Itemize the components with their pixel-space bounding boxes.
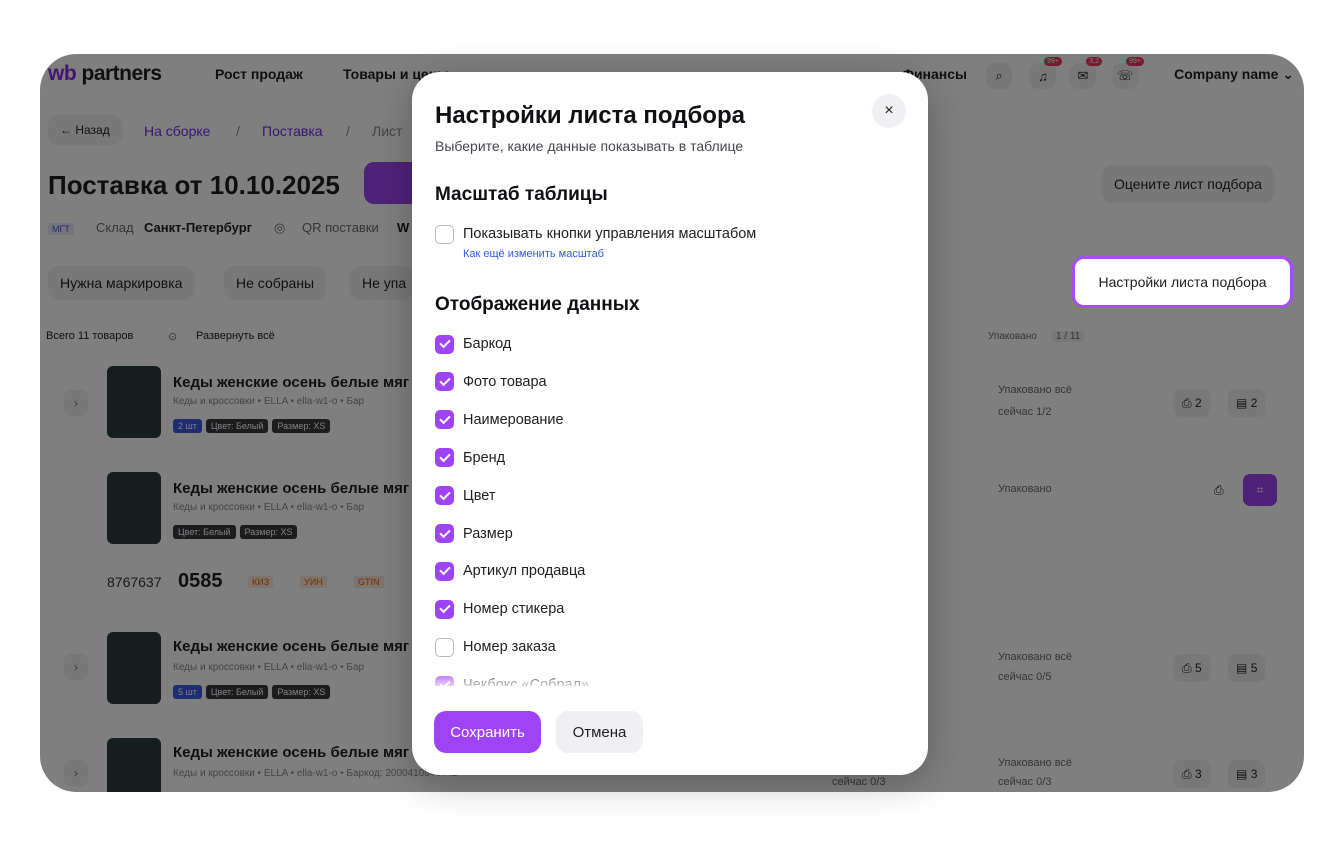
checkbox-checked[interactable] bbox=[435, 561, 454, 581]
scroll-fade bbox=[412, 668, 928, 686]
scale-help-link[interactable]: Как ещё изменить масштаб bbox=[463, 248, 604, 260]
data-section-title: Отображение данных bbox=[435, 294, 640, 315]
option-label: Номер стикера bbox=[463, 601, 565, 618]
checkbox-checked[interactable] bbox=[435, 486, 454, 506]
modal-subtitle: Выберите, какие данные показывать в табл… bbox=[435, 138, 744, 154]
scale-section-title: Масштаб таблицы bbox=[435, 184, 608, 205]
checkbox-checked[interactable] bbox=[435, 524, 454, 543]
data-option[interactable]: Наимерование bbox=[435, 409, 564, 431]
option-label: Артикул продавца bbox=[463, 563, 586, 580]
checkbox-checked[interactable] bbox=[435, 448, 454, 468]
data-option[interactable]: Цвет bbox=[435, 485, 496, 507]
scale-controls-option[interactable]: Показывать кнопки управления масштабом bbox=[435, 223, 756, 245]
data-option[interactable]: Номер заказа bbox=[435, 636, 556, 658]
option-label: Размер bbox=[463, 525, 513, 542]
close-icon[interactable]: × bbox=[872, 94, 906, 128]
checkbox-checked[interactable] bbox=[435, 372, 454, 392]
data-option[interactable]: Номер стикера bbox=[435, 598, 564, 620]
checkbox-checked[interactable] bbox=[435, 410, 454, 430]
checkbox-checked[interactable] bbox=[435, 334, 454, 354]
modal-title: Настройки листа подбора bbox=[435, 102, 745, 129]
picklist-settings-button[interactable]: Настройки листа подбора bbox=[1072, 256, 1293, 308]
cancel-button[interactable]: Отмена bbox=[556, 711, 643, 753]
data-option[interactable]: Фото товара bbox=[435, 371, 547, 393]
data-option[interactable]: Бренд bbox=[435, 447, 505, 469]
option-label: Номер заказа bbox=[463, 639, 556, 656]
modal-scroll-area[interactable]: Настройки листа подбора Выберите, какие … bbox=[412, 72, 928, 686]
option-label: Бренд bbox=[463, 449, 506, 466]
checkbox[interactable] bbox=[435, 637, 454, 657]
data-option[interactable]: Баркод bbox=[435, 333, 511, 355]
data-option[interactable]: Артикул продавца bbox=[435, 560, 585, 582]
option-label: Баркод bbox=[463, 336, 512, 352]
save-button[interactable]: Сохранить bbox=[434, 711, 541, 753]
option-label: Фото товара bbox=[463, 373, 547, 390]
data-option[interactable]: Размер bbox=[435, 523, 513, 545]
option-label: Цвет bbox=[463, 487, 496, 504]
option-label: Наимерование bbox=[463, 411, 564, 428]
picklist-settings-modal: Настройки листа подбора Выберите, какие … bbox=[412, 72, 928, 775]
checkbox[interactable] bbox=[435, 224, 454, 244]
checkbox-checked[interactable] bbox=[435, 599, 454, 619]
